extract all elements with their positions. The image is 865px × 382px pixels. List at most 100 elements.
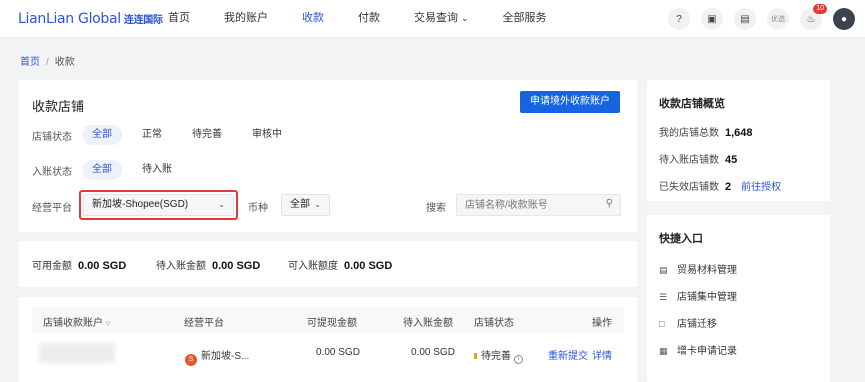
store-filter-card: 收款店铺 申请境外收款账户 店铺状态 全部 正常 待完善 审核中 入账状态 全部… (19, 80, 637, 232)
total-stores: 我的店铺总数 1,648 (659, 124, 753, 139)
details-link[interactable]: 详情 (592, 347, 612, 362)
chevron-down-icon: ⌄ (314, 200, 321, 209)
quick-card-records[interactable]: ▦ 增卡申请记录 (659, 342, 737, 357)
print-icon[interactable]: ▤ (734, 8, 756, 30)
available-balance: 可用金额 0.00 SGD (32, 257, 126, 272)
shopee-icon: S (185, 354, 197, 366)
col-header-account-label: 店铺收款账户 (43, 318, 103, 329)
pending-stores: 待入账店铺数 45 (659, 151, 737, 166)
info-icon[interactable]: i (514, 355, 523, 364)
breadcrumb-separator: / (46, 57, 49, 68)
overview-value: 1,648 (725, 127, 753, 139)
header-icons: ? ▣ ▤ 优选 ♨ 10 ● (657, 4, 855, 30)
overview-label: 我的店铺总数 (659, 128, 719, 139)
row-platform-label: 新加坡-S... (201, 351, 250, 362)
entry-status-filter: 入账状态 全部 待入账 (32, 160, 192, 180)
masked-account (39, 343, 115, 363)
search-icon[interactable]: ⚲ (606, 198, 613, 209)
pending-balance: 待入账金额 0.00 SGD (156, 257, 260, 272)
balance-label: 待入账金额 (156, 261, 206, 272)
store-status-all[interactable]: 全部 (82, 125, 122, 145)
row-pending: 0.00 SGD (411, 347, 455, 358)
quick-entry-card: 快捷入口 ▤ 贸易材料管理 ☰ 店铺集中管理 □ 店铺迁移 ▦ 增卡申请记录 (647, 215, 830, 382)
store-status-reviewing[interactable]: 审核中 (242, 125, 292, 145)
overview-value: 45 (725, 154, 738, 166)
main-nav: 首页 我的账户 收款 付款 交易查询 ⌄ 全部服务 (168, 0, 581, 38)
platform-label: 经营平台 (32, 203, 72, 214)
apply-account-button[interactable]: 申请境外收款账户 (520, 91, 620, 113)
col-header-platform: 经营平台 (184, 318, 224, 329)
currency-select[interactable]: 全部 ⌄ (281, 194, 330, 216)
document-icon: ▦ (659, 346, 668, 356)
nav-item-transactions-label: 交易查询 (414, 12, 458, 24)
search-label: 搜索 (426, 203, 446, 214)
currency-select-value: 全部 (290, 199, 310, 210)
chevron-down-icon: ⌄ (218, 200, 225, 209)
quick-entry-title: 快捷入口 (659, 233, 703, 245)
brand-logo[interactable]: LianLian Global 连连国际 (18, 11, 163, 27)
balance-label: 可用金额 (32, 261, 72, 272)
breadcrumb: 首页 / 收款 (20, 53, 75, 68)
filter-icon[interactable]: ▿ (106, 318, 111, 328)
quick-trade-materials[interactable]: ▤ 贸易材料管理 (659, 261, 737, 276)
nav-item-pay[interactable]: 付款 (358, 0, 380, 38)
balance-value: 0.00 SGD (212, 260, 261, 272)
quick-store-migration[interactable]: □ 店铺迁移 (659, 315, 717, 330)
nav-item-home[interactable]: 首页 (168, 0, 190, 38)
notification-badge: 10 (813, 4, 827, 14)
store-status-incomplete[interactable]: 待完善 (182, 125, 232, 145)
entry-status-all[interactable]: 全部 (82, 160, 122, 180)
top-navbar: LianLian Global 连连国际 首页 我的账户 收款 付款 交易查询 ⌄ … (0, 0, 865, 38)
platform-select[interactable]: 新加坡-Shopee(SGD) ⌄ (83, 194, 234, 216)
store-status-filter: 店铺状态 全部 正常 待完善 审核中 (32, 125, 302, 145)
balance-summary-card: 可用金额 0.00 SGD 待入账金额 0.00 SGD 可入账额度 0.00 SGD (19, 241, 637, 287)
youxuan-icon[interactable]: 优选 (767, 8, 789, 30)
layers-icon: ☰ (659, 292, 668, 302)
balance-value: 0.00 SGD (78, 260, 127, 272)
logo-text: LianLian Global (18, 11, 121, 27)
help-icon[interactable]: ? (668, 8, 690, 30)
expired-stores: 已失效店铺数 2 前往授权 (659, 178, 781, 193)
nav-item-transactions[interactable]: 交易查询 ⌄ (414, 0, 469, 38)
entry-quota: 可入账额度 0.00 SGD (288, 257, 392, 272)
entry-status-pending[interactable]: 待入账 (132, 160, 182, 180)
avatar[interactable]: ● (833, 8, 855, 30)
breadcrumb-current: 收款 (54, 57, 75, 68)
resubmit-link[interactable]: 重新提交 (548, 347, 588, 362)
store-status-normal[interactable]: 正常 (132, 125, 172, 145)
search-input[interactable] (457, 195, 587, 215)
nav-item-all-services[interactable]: 全部服务 (503, 0, 547, 38)
row-platform: S 新加坡-S... (185, 347, 249, 366)
store-icon: □ (659, 319, 665, 329)
balance-value: 0.00 SGD (344, 260, 393, 272)
authorize-link[interactable]: 前往授权 (741, 182, 781, 193)
col-header-pending: 待入账金额 (403, 318, 453, 329)
page-title: 收款店铺 (32, 99, 85, 114)
store-overview-card: 收款店铺概览 我的店铺总数 1,648 待入账店铺数 45 已失效店铺数 2 前往授权 (647, 80, 830, 201)
overview-label: 待入账店铺数 (659, 155, 719, 166)
status-text: 待完善 (481, 351, 511, 362)
quick-item-label: 增卡申请记录 (677, 346, 737, 357)
entry-status-label: 入账状态 (32, 166, 72, 178)
quick-item-label: 店铺集中管理 (677, 292, 737, 303)
col-header-account: 店铺收款账户 ▿ (43, 314, 110, 329)
store-status-label: 店铺状态 (32, 131, 72, 143)
quick-item-label: 店铺迁移 (677, 319, 717, 330)
bell-icon[interactable]: ♨ 10 (800, 4, 827, 30)
platform-select-value: 新加坡-Shopee(SGD) (92, 199, 189, 210)
overview-value: 2 (725, 181, 732, 193)
store-table-card: 店铺收款账户 ▿ 经营平台 可提现金额 待入账金额 店铺状态 操作 S 新加坡-S… (19, 297, 637, 382)
quick-store-management[interactable]: ☰ 店铺集中管理 (659, 288, 737, 303)
calendar-icon[interactable]: ▣ (701, 8, 723, 30)
balance-label: 可入账额度 (288, 261, 338, 272)
nav-item-my-account[interactable]: 我的账户 (224, 0, 268, 38)
row-withdrawable: 0.00 SGD (316, 347, 360, 358)
logo-cn-text: 连连国际 (123, 15, 163, 26)
book-icon: ▤ (659, 265, 668, 275)
breadcrumb-home[interactable]: 首页 (20, 57, 40, 68)
col-header-actions: 操作 (592, 318, 612, 329)
overview-label: 已失效店铺数 (659, 182, 719, 193)
search-box: ⚲ (456, 194, 621, 216)
overview-title: 收款店铺概览 (659, 98, 725, 110)
nav-item-receive[interactable]: 收款 (302, 0, 324, 38)
